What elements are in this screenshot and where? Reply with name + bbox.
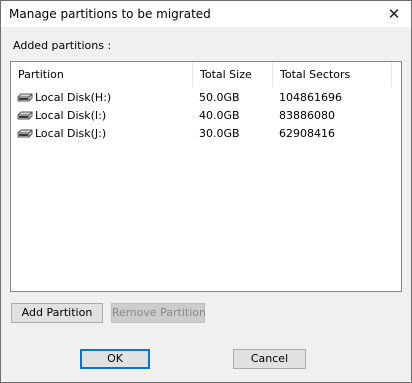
- table-row[interactable]: Local Disk(J:) 30.0GB 62908416: [11, 125, 401, 143]
- disk-icon: [17, 129, 33, 139]
- total-size-cell: 30.0GB: [199, 127, 240, 140]
- total-sectors-cell: 62908416: [279, 127, 335, 140]
- partition-cell: Local Disk(J:): [17, 125, 106, 143]
- total-size-cell: 50.0GB: [199, 91, 240, 104]
- partition-cell: Local Disk(H:): [17, 89, 111, 107]
- title-bar[interactable]: Manage partitions to be migrated ✕: [1, 1, 411, 27]
- added-partitions-label: Added partitions :: [13, 39, 112, 52]
- column-header-partition[interactable]: Partition: [11, 62, 193, 87]
- partition-cell: Local Disk(I:): [17, 107, 106, 125]
- manage-partitions-dialog: Manage partitions to be migrated ✕ Added…: [0, 0, 412, 383]
- column-header-total-size[interactable]: Total Size: [193, 62, 273, 87]
- partition-name: Local Disk(H:): [35, 91, 112, 104]
- cancel-button[interactable]: Cancel: [233, 349, 306, 369]
- column-header-total-sectors[interactable]: Total Sectors: [273, 62, 392, 87]
- table-row[interactable]: Local Disk(I:) 40.0GB 83886080: [11, 107, 401, 125]
- partitions-list[interactable]: Partition Total Size Total Sectors Local…: [10, 61, 402, 292]
- list-header: Partition Total Size Total Sectors: [11, 62, 401, 88]
- partition-name: Local Disk(J:): [35, 127, 107, 140]
- total-sectors-cell: 83886080: [279, 109, 335, 122]
- table-row[interactable]: Local Disk(H:) 50.0GB 104861696: [11, 89, 401, 107]
- disk-icon: [17, 93, 33, 103]
- partition-name: Local Disk(I:): [35, 109, 107, 122]
- dialog-title: Manage partitions to be migrated: [9, 7, 211, 21]
- close-button[interactable]: ✕: [377, 1, 411, 27]
- disk-icon: [17, 111, 33, 121]
- total-size-cell: 40.0GB: [199, 109, 240, 122]
- total-sectors-cell: 104861696: [279, 91, 342, 104]
- remove-partition-button[interactable]: Remove Partition: [111, 303, 206, 323]
- ok-button[interactable]: OK: [80, 349, 150, 369]
- close-icon: ✕: [387, 5, 401, 23]
- add-partition-button[interactable]: Add Partition: [11, 303, 103, 323]
